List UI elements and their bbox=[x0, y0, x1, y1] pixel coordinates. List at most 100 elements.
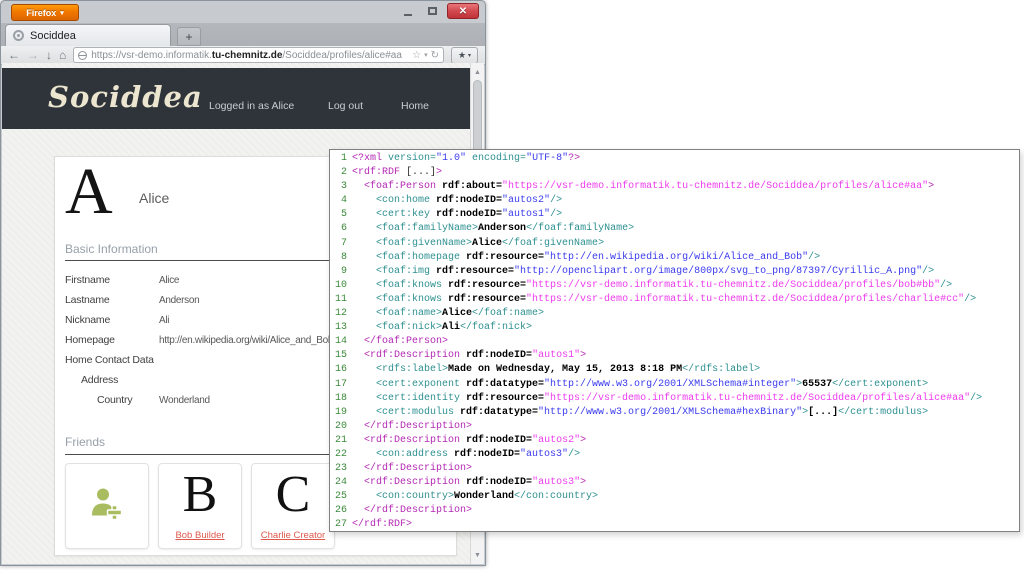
profile-name: Alice bbox=[139, 190, 169, 206]
code-line: 3 <foaf:Person rdf:about="https://vsr-de… bbox=[334, 180, 1019, 194]
maximize-button[interactable] bbox=[423, 4, 441, 19]
code-token bbox=[352, 238, 376, 249]
reload-icon[interactable]: ↻ bbox=[431, 50, 439, 61]
code-token: <cert:modulus bbox=[376, 407, 460, 418]
tab-title: Sociddea bbox=[30, 30, 76, 42]
code-token: rdf:nodeID= bbox=[436, 195, 502, 206]
bookmark-star-icon[interactable]: ☆ bbox=[412, 50, 421, 61]
code-token bbox=[352, 209, 376, 220]
line-number: 14 bbox=[334, 335, 347, 349]
friends-list: BBob BuilderCCharlie Creator bbox=[65, 463, 335, 549]
url-text[interactable]: https://vsr-demo.informatik.tu-chemnitz.… bbox=[91, 50, 408, 61]
add-friend-icon bbox=[88, 485, 126, 528]
forward-icon[interactable]: → bbox=[27, 49, 39, 61]
code-line: 26 </rdf:Description> bbox=[334, 504, 1019, 518]
download-icon[interactable]: ↓ bbox=[46, 49, 52, 61]
code-token: <rdf:Description bbox=[364, 435, 466, 446]
code-token: "http://en.wikipedia.org/wiki/Alice_and_… bbox=[544, 252, 808, 263]
code-token: <foaf:name> bbox=[376, 308, 442, 319]
code-line: 19 <cert:modulus rdf:datatype="http://ww… bbox=[334, 406, 1019, 420]
code-line: 16 <rdfs:label>Made on Wednesday, May 15… bbox=[334, 363, 1019, 377]
line-number: 3 bbox=[334, 180, 347, 194]
close-button[interactable]: ✕ bbox=[447, 3, 479, 19]
chevron-down-icon[interactable]: ▾ bbox=[424, 51, 428, 59]
nav-logged-in-as[interactable]: Logged in as Alice bbox=[209, 100, 294, 112]
nav-home[interactable]: Home bbox=[401, 100, 429, 112]
window-titlebar[interactable]: Firefox ▾ ✕ bbox=[1, 1, 485, 23]
code-line: 5 <cert:key rdf:nodeID="autos1"/> bbox=[334, 208, 1019, 222]
new-tab-button[interactable]: + bbox=[177, 27, 201, 46]
code-token: Ali bbox=[442, 322, 460, 333]
code-token: "https://vsr-demo.informatik.tu-chemnitz… bbox=[544, 393, 970, 404]
line-number: 16 bbox=[334, 363, 347, 377]
code-token bbox=[352, 449, 376, 460]
field-label: Nickname bbox=[65, 314, 159, 326]
line-number: 20 bbox=[334, 420, 347, 434]
code-token: > bbox=[580, 435, 586, 446]
sociddea-favicon-icon bbox=[13, 30, 24, 41]
code-token: <rdf:RDF bbox=[352, 167, 406, 178]
code-line: 24 <rdf:Description rdf:nodeID="autos3"> bbox=[334, 476, 1019, 490]
code-token bbox=[352, 421, 364, 432]
code-token: <foaf:knows bbox=[376, 280, 448, 291]
url-bar[interactable]: https://vsr-demo.informatik.tu-chemnitz.… bbox=[73, 47, 444, 63]
code-token: encoding= bbox=[466, 153, 526, 164]
code-token bbox=[352, 435, 364, 446]
code-token: rdf:resource= bbox=[448, 294, 526, 305]
back-icon[interactable]: ← bbox=[8, 49, 20, 61]
section-title-friends: Friends bbox=[65, 435, 105, 449]
code-token: "autos1" bbox=[502, 209, 550, 220]
section-title-basic-information: Basic Information bbox=[65, 242, 158, 256]
code-token bbox=[352, 350, 364, 361]
firefox-menu-button[interactable]: Firefox ▾ bbox=[11, 4, 79, 21]
code-line: 23 </rdf:Description> bbox=[334, 462, 1019, 476]
scroll-up-icon[interactable]: ▲ bbox=[471, 65, 484, 79]
code-token: "UTF-8" bbox=[526, 153, 568, 164]
code-line: 10 <foaf:knows rdf:resource="https://vsr… bbox=[334, 279, 1019, 293]
code-token bbox=[352, 477, 364, 488]
code-line: 14 </foaf:Person> bbox=[334, 335, 1019, 349]
code-token bbox=[352, 195, 376, 206]
nav-log-out[interactable]: Log out bbox=[328, 100, 363, 112]
friend-link[interactable]: Bob Builder bbox=[159, 530, 241, 541]
code-token: /> bbox=[964, 294, 976, 305]
code-token: </rdf:Description> bbox=[364, 463, 472, 474]
field-label: Country bbox=[65, 394, 159, 406]
line-number: 7 bbox=[334, 237, 347, 251]
site-identity-globe-icon[interactable] bbox=[78, 51, 87, 60]
line-number: 26 bbox=[334, 504, 347, 518]
code-line: 27</rdf:RDF> bbox=[334, 518, 1019, 532]
tab-sociddea[interactable]: Sociddea bbox=[5, 24, 171, 46]
code-token: rdf:nodeID= bbox=[466, 435, 532, 446]
tab-bar: Sociddea + bbox=[1, 23, 485, 46]
line-number: 2 bbox=[334, 166, 347, 180]
xml-source-overlay: 1<?xml version="1.0" encoding="UTF-8"?>2… bbox=[329, 149, 1020, 532]
code-token: <cert:key bbox=[376, 209, 436, 220]
line-number: 8 bbox=[334, 251, 347, 265]
code-line: 21 <rdf:Description rdf:nodeID="autos2"> bbox=[334, 434, 1019, 448]
screenshot-stage: Firefox ▾ ✕ Sociddea + ← → ↓ ⌂ https:/ bbox=[0, 0, 1024, 572]
minimize-button[interactable] bbox=[399, 4, 417, 19]
scroll-down-icon[interactable]: ▼ bbox=[471, 548, 484, 562]
code-token: <foaf:img bbox=[376, 266, 436, 277]
line-number: 23 bbox=[334, 462, 347, 476]
bookmarks-menu-button[interactable]: ★ ▾ bbox=[451, 47, 478, 64]
friend-card[interactable]: CCharlie Creator bbox=[251, 463, 335, 549]
code-token: "1.0" bbox=[436, 153, 466, 164]
code-token: "http://www.w3.org/2001/XMLSchema#intege… bbox=[544, 379, 796, 390]
code-line: 2<rdf:RDF [...]> bbox=[334, 166, 1019, 180]
friend-link[interactable]: Charlie Creator bbox=[252, 530, 334, 541]
code-token: Wonderland bbox=[454, 491, 514, 502]
code-token bbox=[352, 379, 376, 390]
code-token bbox=[352, 463, 364, 474]
line-number: 9 bbox=[334, 265, 347, 279]
code-token: rdf:resource= bbox=[436, 266, 514, 277]
code-token: </rdf:RDF> bbox=[352, 519, 412, 530]
add-friend-card[interactable] bbox=[65, 463, 149, 549]
code-line: 8 <foaf:homepage rdf:resource="http://en… bbox=[334, 251, 1019, 265]
home-icon[interactable]: ⌂ bbox=[59, 49, 66, 61]
code-token bbox=[352, 407, 376, 418]
friend-card[interactable]: BBob Builder bbox=[158, 463, 242, 549]
sociddea-logo[interactable]: Sociddea bbox=[48, 80, 203, 114]
code-token: </cert:modulus> bbox=[838, 407, 928, 418]
